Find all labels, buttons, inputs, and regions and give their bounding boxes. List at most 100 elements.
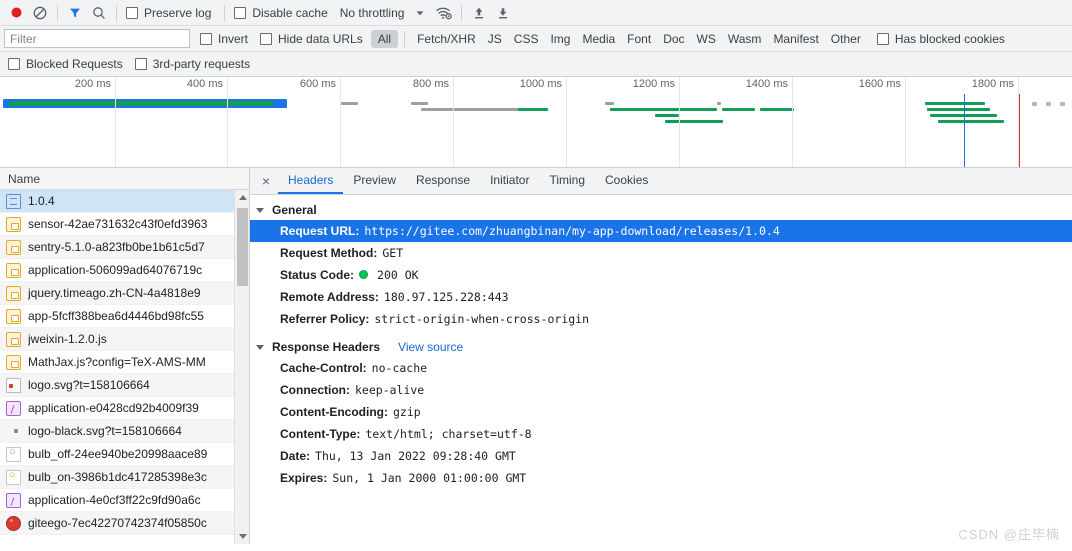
header-row: Request URL: https://gitee.com/zhuangbina… [250,220,1072,242]
timeline-request-band [411,102,428,105]
type-filter-manifest[interactable]: Manifest [767,30,824,48]
clear-icon[interactable] [28,2,52,24]
preserve-log-box[interactable] [126,6,138,19]
type-filter-font[interactable]: Font [621,30,657,48]
request-list-scrollbar[interactable] [234,190,249,544]
type-filter-fetch-xhr[interactable]: Fetch/XHR [411,30,482,48]
type-filter-other[interactable]: Other [825,30,867,48]
header-key: Cache-Control: [280,361,367,375]
timeline-request-band [665,120,723,123]
request-list-item[interactable]: MathJax.js?config=TeX-AMS-MM [0,351,249,374]
collapse-triangle-icon[interactable] [256,207,264,213]
request-list-item[interactable]: 1.0.4 [0,190,249,213]
blocked-requests-box[interactable] [8,58,20,70]
request-list-item[interactable]: app-5fcff388bea6d4446bd98fc55 [0,305,249,328]
response-headers-section-header[interactable]: Response Headers View source [250,337,1072,357]
third-party-requests-box[interactable] [134,58,147,70]
image-icon [6,377,21,393]
request-name: sentry-5.1.0-a823fb0be1b61c5d7 [28,240,205,254]
response-header-rows: Cache-Control: no-cache Connection: keep-al… [250,357,1072,489]
request-name: logo.svg?t=158106664 [28,378,150,392]
search-icon[interactable] [87,2,111,24]
request-list-item[interactable]: giteego-7ec42270742374f05850c [0,512,249,535]
throttling-select[interactable]: No throttling [340,6,405,20]
tab-response[interactable]: Response [406,168,480,194]
request-list-item[interactable]: logo.svg?t=158106664 [0,374,249,397]
toolbar-divider-4 [461,4,463,21]
header-value: Sun, 1 Jan 2000 01:00:00 GMT [332,471,527,485]
header-value: strict-origin-when-cross-origin [374,312,590,326]
timeline-tick-label: 800 ms [412,78,449,90]
request-list-item[interactable]: sentry-5.1.0-a823fb0be1b61c5d7 [0,236,249,259]
filter-icon[interactable] [63,2,87,24]
column-header-name[interactable]: Name [0,168,249,190]
has-blocked-cookies-box[interactable] [876,32,889,45]
tab-cookies[interactable]: Cookies [595,168,658,194]
request-list-item[interactable]: application-e0428cd92b4009f39 [0,397,249,420]
status-ok-indicator [359,270,369,279]
disable-cache-box[interactable] [234,6,247,19]
request-name: app-5fcff388bea6d4446bd98fc55 [28,309,204,323]
request-list-item[interactable]: jquery.timeago.zh-CN-4a4818e9 [0,282,249,305]
wifi-settings-icon[interactable] [432,2,456,24]
type-filter-doc[interactable]: Doc [657,30,690,48]
network-toolbar: Preserve log Disable cache No throttling [0,0,1072,26]
scrollbar-thumb[interactable] [237,208,248,286]
collapse-triangle-icon[interactable] [256,344,264,350]
request-list-item[interactable]: logo-black.svg?t=158106664 [0,420,249,443]
type-filter-all[interactable]: All [370,29,399,48]
timeline-request-band [760,108,794,111]
tab-headers[interactable]: Headers [278,168,344,194]
general-section-header[interactable]: General [250,200,1072,220]
hide-data-urls-box[interactable] [260,32,273,45]
tab-initiator[interactable]: Initiator [480,168,539,194]
timeline-tick-label: 400 ms [186,78,223,90]
header-key: Request Method: [280,246,378,260]
tab-preview[interactable]: Preview [343,168,406,194]
request-list-item[interactable]: bulb_off-24ee940be20998aace89 [0,443,249,466]
invert-checkbox[interactable]: Invert [200,32,248,46]
type-filter-media[interactable]: Media [576,30,621,48]
record-icon[interactable] [4,2,28,24]
general-rows: Request URL: https://gitee.com/zhuangbina… [250,220,1072,330]
header-value: no-cache [371,361,428,375]
timeline-request-band [1032,102,1037,106]
view-source-link[interactable]: View source [398,340,463,354]
chevron-down-icon[interactable] [408,2,432,24]
blocked-requests-checkbox[interactable]: Blocked Requests [8,57,123,71]
close-icon[interactable]: × [254,168,278,194]
export-har-icon[interactable] [491,2,515,24]
request-list-item[interactable]: bulb_on-3986b1dc417285398e3c [0,466,249,489]
request-list-item[interactable]: application-4e0cf3ff22c9fd90a6c [0,489,249,512]
network-overview-timeline[interactable]: 200 ms 400 ms 600 ms 800 ms 1000 ms 1200 ms 14… [0,77,1072,168]
request-list-item[interactable]: jweixin-1.2.0.js [0,328,249,351]
invert-box[interactable] [200,32,212,45]
secondary-filter-toolbar: Blocked Requests 3rd-party requests [0,52,1072,77]
scroll-down-arrow-icon[interactable] [235,529,249,544]
request-name: bulb_on-3986b1dc417285398e3c [28,470,207,484]
script-icon [6,331,21,347]
type-filter-img[interactable]: Img [544,30,576,48]
request-rows[interactable]: 1.0.4 sensor-42ae731632c43f0efd3963 sentry… [0,190,249,544]
timeline-request-band [605,102,614,105]
tab-timing[interactable]: Timing [539,168,595,194]
third-party-requests-checkbox[interactable]: 3rd-party requests [134,57,250,71]
script-icon [6,239,21,255]
request-list-item[interactable]: sensor-42ae731632c43f0efd3963 [0,213,249,236]
timeline-tick-label: 1000 ms [519,78,562,90]
type-filter-js[interactable]: JS [482,30,508,48]
hide-data-urls-checkbox[interactable]: Hide data URLs [260,32,363,46]
load-event-marker [1019,94,1020,167]
toolbar-divider-2 [116,4,117,21]
has-blocked-cookies-checkbox[interactable]: Has blocked cookies [876,32,1005,46]
scroll-up-arrow-icon[interactable] [235,190,249,205]
preserve-log-checkbox[interactable]: Preserve log [126,6,211,20]
type-filter-ws[interactable]: WS [691,30,722,48]
type-filter-css[interactable]: CSS [508,30,545,48]
header-row: Content-Encoding: gzip [250,401,1072,423]
filter-input[interactable] [4,29,190,48]
request-list-item[interactable]: application-506099ad64076719c [0,259,249,282]
import-har-icon[interactable] [467,2,491,24]
type-filter-wasm[interactable]: Wasm [722,30,768,48]
disable-cache-checkbox[interactable]: Disable cache [234,6,328,20]
